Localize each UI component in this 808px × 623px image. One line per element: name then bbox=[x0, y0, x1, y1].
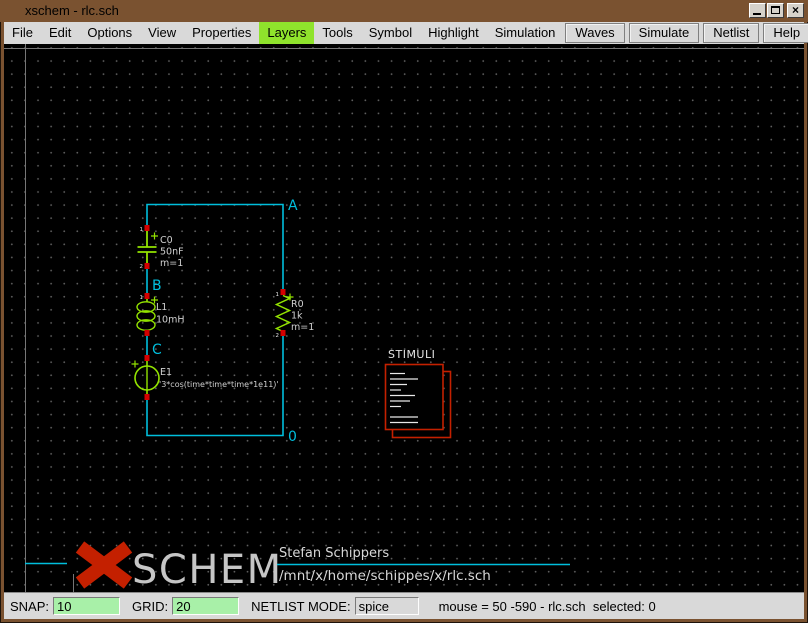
capacitor-pin1-number: 1 bbox=[140, 227, 144, 233]
logo-x-icon bbox=[80, 547, 128, 583]
net-label-b[interactable]: B bbox=[152, 278, 162, 294]
resistor-mult: m=1 bbox=[291, 322, 314, 333]
menu-edit[interactable]: Edit bbox=[41, 22, 79, 44]
stimuli-block[interactable]: STIMULI bbox=[386, 348, 451, 438]
netlist-button[interactable]: Netlist bbox=[703, 23, 759, 43]
source-plus-icon bbox=[132, 361, 139, 368]
component-source[interactable]: E1 '3*cos(time*time*time*1e11)' bbox=[132, 355, 279, 400]
source-value: '3*cos(time*time*time*1e11)' bbox=[159, 380, 279, 389]
component-capacitor[interactable]: 1 2 C0 50nF m=1 bbox=[138, 225, 184, 270]
inductor-pin2 bbox=[145, 330, 150, 336]
menu-simulation[interactable]: Simulation bbox=[487, 22, 564, 44]
logo-block: SCHEM Stefan Schippers /mnt/x/home/schip… bbox=[25, 546, 570, 592]
minimize-icon bbox=[753, 13, 761, 15]
simulate-button[interactable]: Simulate bbox=[629, 23, 700, 43]
capacitor-plus-icon bbox=[151, 233, 158, 240]
component-inductor[interactable]: 1 L1 10mH bbox=[137, 293, 185, 336]
xschem-window: xschem - rlc.sch × File Edit Options Vie… bbox=[0, 0, 808, 623]
snap-input[interactable] bbox=[53, 597, 120, 615]
snap-label: SNAP: bbox=[10, 599, 49, 614]
resistor-ref: R0 bbox=[291, 299, 304, 310]
capacitor-value: 50nF bbox=[160, 247, 184, 258]
mouse-status-text: mouse = 50 -590 - rlc.sch selected: 0 bbox=[439, 599, 656, 614]
menu-tools[interactable]: Tools bbox=[314, 22, 360, 44]
stimuli-box-front bbox=[386, 365, 444, 430]
credit-path: /mnt/x/home/schippes/x/rlc.sch bbox=[279, 568, 491, 584]
grid-axes bbox=[4, 44, 804, 592]
resistor-value: 1k bbox=[291, 311, 303, 322]
inductor-value: 10mH bbox=[156, 315, 185, 326]
titlebar[interactable]: xschem - rlc.sch × bbox=[0, 0, 808, 22]
menu-symbol[interactable]: Symbol bbox=[361, 22, 420, 44]
inductor-pin1-number: 1 bbox=[140, 295, 144, 301]
help-button[interactable]: Help bbox=[763, 23, 808, 43]
menu-file[interactable]: File bbox=[4, 22, 41, 44]
resistor-pin1 bbox=[281, 289, 286, 295]
schematic-svg: A B C 0 1 2 C0 50nF m=1 bbox=[4, 44, 804, 592]
window-title: xschem - rlc.sch bbox=[25, 3, 119, 18]
waves-button[interactable]: Waves bbox=[565, 23, 624, 43]
grid-label: GRID: bbox=[132, 599, 168, 614]
menu-view[interactable]: View bbox=[140, 22, 184, 44]
menu-layers[interactable]: Layers bbox=[259, 22, 314, 44]
stimuli-label: STIMULI bbox=[388, 348, 435, 361]
inductor-ref: L1 bbox=[156, 302, 167, 313]
logo-text: SCHEM bbox=[132, 547, 283, 592]
netlist-mode-label: NETLIST MODE: bbox=[251, 599, 350, 614]
net-label-c[interactable]: C bbox=[152, 342, 162, 358]
source-pin2 bbox=[145, 394, 150, 400]
net-label-0[interactable]: 0 bbox=[288, 429, 297, 445]
capacitor-pin2 bbox=[145, 263, 150, 269]
statusbar: SNAP: GRID: NETLIST MODE: mouse = 50 -59… bbox=[4, 592, 804, 619]
netlist-mode-input[interactable] bbox=[355, 597, 419, 615]
capacitor-mult: m=1 bbox=[160, 258, 183, 269]
resistor-pin2-number: 2 bbox=[276, 333, 280, 339]
window-controls: × bbox=[748, 3, 804, 18]
resistor-zigzag bbox=[277, 296, 290, 332]
close-button[interactable]: × bbox=[787, 3, 804, 18]
close-icon: × bbox=[788, 3, 803, 18]
inductor-pin1 bbox=[145, 293, 150, 299]
resistor-pin1-number: 1 bbox=[276, 292, 280, 298]
source-pin1 bbox=[145, 355, 150, 361]
capacitor-ref: C0 bbox=[160, 235, 173, 246]
grid-input[interactable] bbox=[172, 597, 239, 615]
schematic-canvas[interactable]: A B C 0 1 2 C0 50nF m=1 bbox=[4, 44, 804, 592]
capacitor-pin2-number: 2 bbox=[140, 264, 144, 270]
menu-options[interactable]: Options bbox=[79, 22, 140, 44]
component-resistor[interactable]: 1 2 R0 1k m=1 bbox=[276, 289, 315, 339]
net-label-a[interactable]: A bbox=[288, 198, 298, 214]
maximize-button[interactable] bbox=[767, 3, 784, 18]
menubar: File Edit Options View Properties Layers… bbox=[4, 22, 804, 44]
menu-properties[interactable]: Properties bbox=[184, 22, 259, 44]
minimize-button[interactable] bbox=[749, 3, 766, 18]
source-ref: E1 bbox=[160, 367, 172, 378]
resistor-pin2 bbox=[281, 330, 286, 336]
credit-name: Stefan Schippers bbox=[279, 546, 389, 561]
menu-highlight[interactable]: Highlight bbox=[420, 22, 487, 44]
capacitor-pin1 bbox=[145, 225, 150, 231]
maximize-icon bbox=[771, 6, 780, 14]
